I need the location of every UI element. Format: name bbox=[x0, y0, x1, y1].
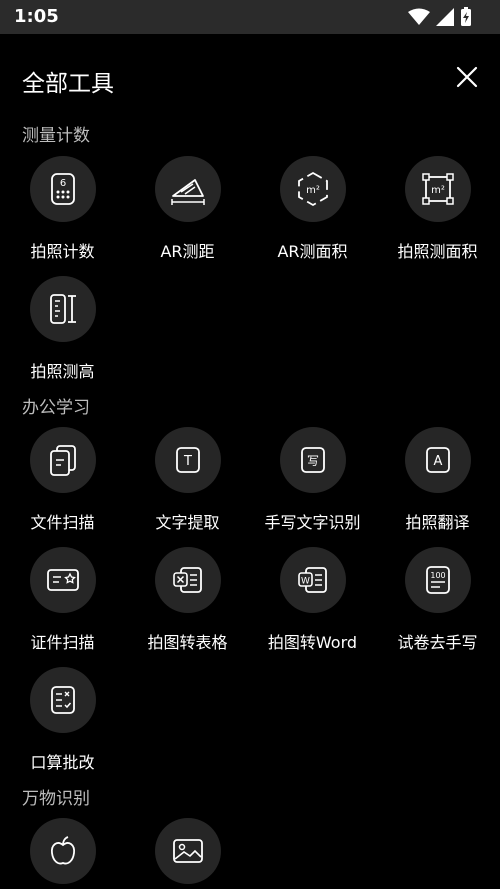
svg-text:A: A bbox=[433, 454, 442, 469]
tool-icon-bg: T bbox=[154, 427, 221, 493]
tool-photo-translate[interactable]: A 拍照翻译 bbox=[375, 427, 500, 533]
tool-icon-bg bbox=[154, 547, 221, 613]
area-frame-icon: m² bbox=[421, 173, 454, 205]
math-check-icon bbox=[50, 686, 75, 714]
section-title-objects: 万物识别 bbox=[22, 789, 90, 809]
tool-label: 文件扫描 bbox=[30, 513, 95, 532]
wifi-icon bbox=[408, 8, 430, 25]
image-icon bbox=[172, 839, 203, 863]
sheet-title: 全部工具 bbox=[22, 71, 114, 97]
tool-fruit-recognition[interactable] bbox=[0, 818, 125, 884]
svg-text:m²: m² bbox=[306, 185, 320, 196]
status-bar: 1:05 bbox=[0, 0, 500, 34]
tool-handwriting-ocr[interactable]: 写 手写文字识别 bbox=[250, 427, 375, 533]
id-card-icon bbox=[46, 569, 79, 591]
tool-photo-height[interactable]: 拍照测高 bbox=[0, 276, 125, 382]
svg-text:m²: m² bbox=[431, 185, 445, 196]
tool-label: 口算批改 bbox=[30, 753, 95, 772]
counter-icon: 6 bbox=[50, 173, 75, 205]
tool-text-extract[interactable]: T 文字提取 bbox=[125, 427, 250, 533]
tool-image-recognition[interactable] bbox=[125, 818, 250, 884]
tool-icon-bg: m² bbox=[279, 156, 346, 222]
svg-text:T: T bbox=[183, 454, 192, 469]
tool-photo-count[interactable]: 6 拍照计数 bbox=[0, 156, 125, 262]
section-title-measure: 测量计数 bbox=[22, 126, 90, 146]
apple-icon bbox=[50, 836, 75, 865]
word-convert-icon: W bbox=[297, 567, 327, 593]
tool-icon-bg bbox=[29, 427, 96, 493]
close-icon[interactable] bbox=[456, 66, 478, 88]
text-box-icon: T bbox=[175, 447, 200, 473]
translate-icon: A bbox=[425, 447, 450, 473]
svg-text:6: 6 bbox=[59, 178, 65, 189]
tool-label: 拍照测面积 bbox=[397, 242, 478, 261]
system-icons bbox=[408, 7, 472, 27]
tool-icon-bg bbox=[29, 667, 96, 733]
section-title-office: 办公学习 bbox=[22, 398, 90, 418]
tool-label: 拍图转表格 bbox=[147, 633, 228, 652]
tools-sheet: 全部工具 测量计数 6 拍照计数 AR测距 m² AR测面积 m² 拍照测面积 … bbox=[0, 34, 500, 889]
tool-label: 拍照计数 bbox=[30, 242, 95, 261]
document-scan-icon bbox=[49, 445, 76, 476]
tool-id-scan[interactable]: 证件扫描 bbox=[0, 547, 125, 653]
tool-icon-bg bbox=[29, 276, 96, 342]
svg-text:100: 100 bbox=[430, 571, 445, 580]
tool-label: 试卷去手写 bbox=[397, 633, 478, 652]
tool-label: AR测距 bbox=[160, 242, 215, 261]
tool-icon-bg bbox=[29, 818, 96, 884]
tool-icon-bg: m² bbox=[404, 156, 471, 222]
svg-text:写: 写 bbox=[306, 454, 318, 468]
tool-icon-bg bbox=[154, 818, 221, 884]
handwriting-icon: 写 bbox=[300, 447, 325, 473]
tool-remove-handwriting[interactable]: 100 试卷去手写 bbox=[375, 547, 500, 653]
battery-icon bbox=[461, 7, 471, 26]
height-ruler-icon bbox=[49, 294, 76, 324]
excel-convert-icon bbox=[172, 567, 202, 593]
exam-paper-icon: 100 bbox=[425, 566, 450, 594]
tool-document-scan[interactable]: 文件扫描 bbox=[0, 427, 125, 533]
status-time: 1:05 bbox=[14, 6, 59, 27]
ruler-triangle-icon bbox=[170, 179, 205, 205]
tool-ar-distance[interactable]: AR测距 bbox=[125, 156, 250, 262]
tool-label: 手写文字识别 bbox=[264, 513, 361, 532]
tool-image-to-word[interactable]: W 拍图转Word bbox=[250, 547, 375, 653]
tool-icon-bg: 100 bbox=[404, 547, 471, 613]
tool-icon-bg bbox=[154, 156, 221, 222]
tool-label: 证件扫描 bbox=[30, 633, 95, 652]
signal-icon bbox=[436, 8, 454, 26]
tool-label: 文字提取 bbox=[155, 513, 220, 532]
tool-icon-bg: 6 bbox=[29, 156, 96, 222]
tool-icon-bg bbox=[29, 547, 96, 613]
tool-icon-bg: 写 bbox=[279, 427, 346, 493]
tool-ar-area[interactable]: m² AR测面积 bbox=[250, 156, 375, 262]
tool-arithmetic-grading[interactable]: 口算批改 bbox=[0, 667, 125, 773]
tool-icon-bg: W bbox=[279, 547, 346, 613]
tool-label: AR测面积 bbox=[277, 242, 348, 261]
svg-text:W: W bbox=[301, 577, 310, 587]
tool-label: 拍照测高 bbox=[30, 362, 95, 381]
tool-photo-area[interactable]: m² 拍照测面积 bbox=[375, 156, 500, 262]
tool-label: 拍图转Word bbox=[267, 633, 358, 652]
tool-label: 拍照翻译 bbox=[405, 513, 470, 532]
tool-image-to-table[interactable]: 拍图转表格 bbox=[125, 547, 250, 653]
tool-icon-bg: A bbox=[404, 427, 471, 493]
cube-area-icon: m² bbox=[297, 171, 328, 207]
